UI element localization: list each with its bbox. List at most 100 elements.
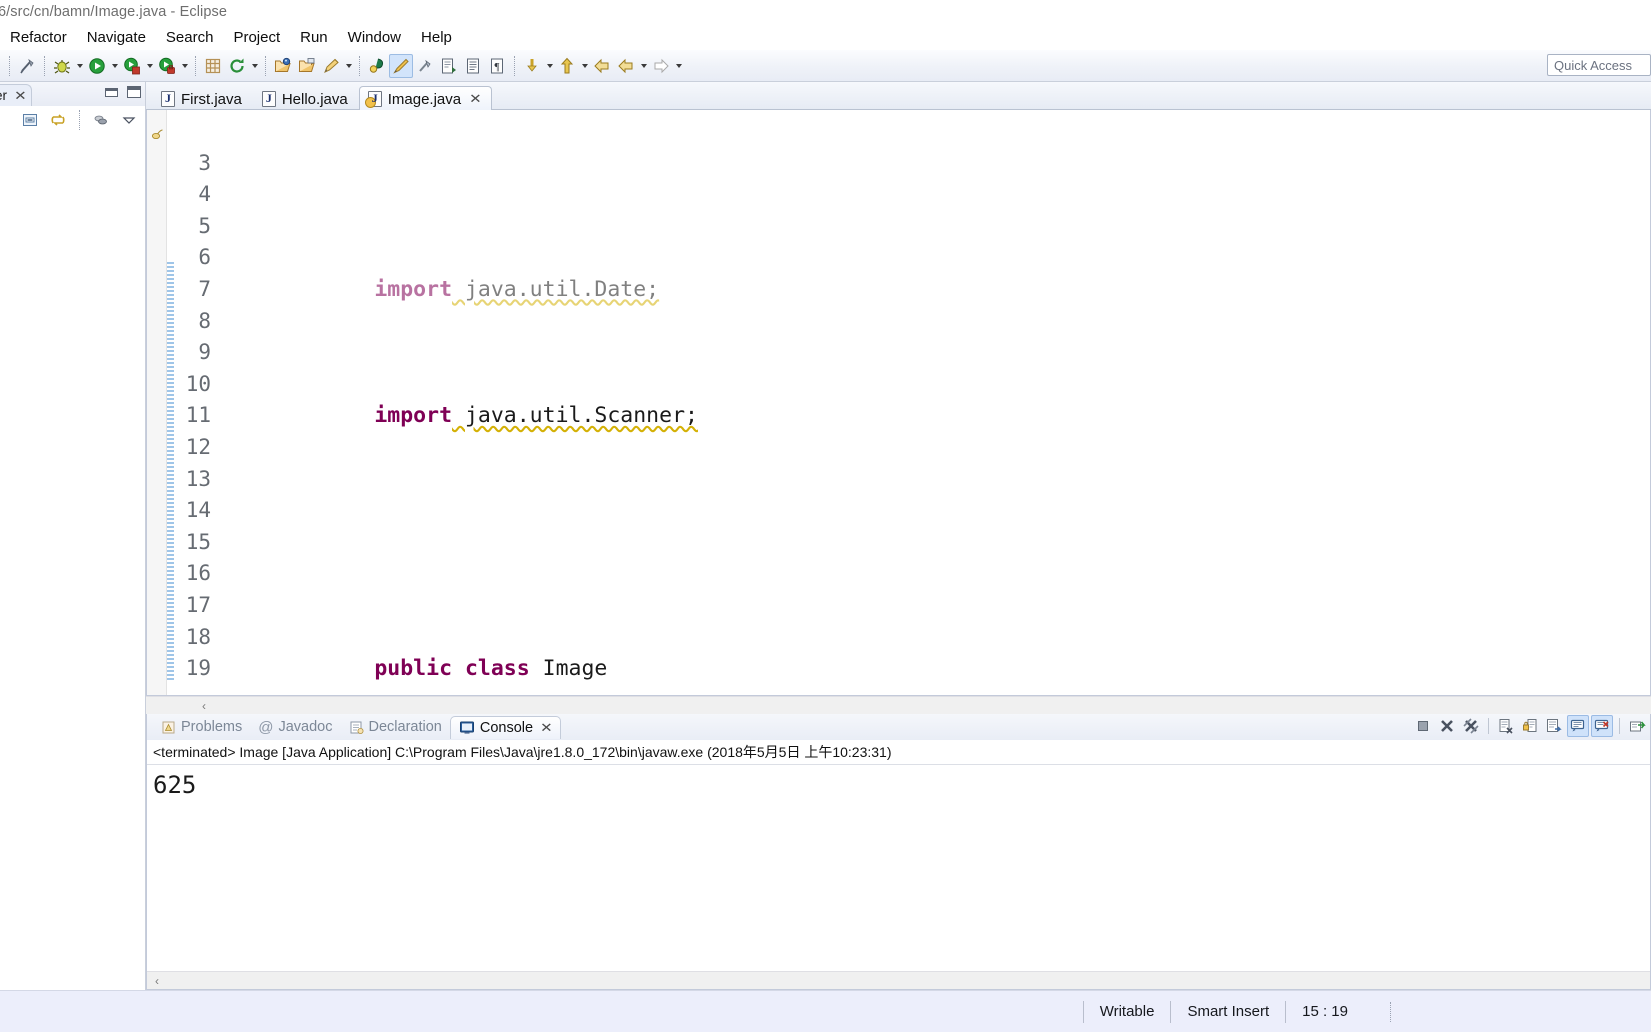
marker-ruler[interactable] [147,110,167,695]
menu-item-navigate[interactable]: Navigate [77,27,156,48]
status-writable: Writable [1082,1000,1171,1023]
run-dropdown-arrow-icon[interactable] [109,54,120,78]
window-titlebar: 6/src/cn/bamn/Image.java - Eclipse [0,0,1651,24]
toolbar-separator [9,55,10,76]
menu-item-refactor[interactable]: Refactor [0,27,77,48]
console-horizontal-scrollbar[interactable]: ‹ [147,971,1650,989]
line-number: 4 [198,182,211,207]
filter-icon[interactable] [89,108,113,132]
collapse-all-icon[interactable] [18,108,42,132]
tab-javadoc[interactable]: @ Javadoc [250,716,340,739]
run-external-tools-icon[interactable] [155,54,179,78]
source-code-text[interactable]: import java.util.Date; import java.util.… [215,110,1650,695]
up-dropdown-arrow-icon[interactable] [579,54,590,78]
edit-pencil-icon[interactable] [319,54,343,78]
line-number: 10 [185,371,211,396]
keyword-import: import [374,403,453,429]
declaration-icon [350,721,363,734]
edit-dropdown-arrow-icon[interactable] [343,54,354,78]
menu-item-project[interactable]: Project [223,27,290,48]
console-tab-close-icon[interactable]: ✕ [540,720,553,736]
console-toolbar-separator [1619,718,1620,734]
editor-tab-image-java[interactable]: Image.java ✕ [358,86,492,111]
quick-access-input[interactable]: Quick Access [1547,54,1651,76]
debug-dropdown-arrow-icon[interactable] [74,54,85,78]
editor-horizontal-scrollbar[interactable]: ‹ [146,696,1651,714]
coverage-dropdown-arrow-icon[interactable] [144,54,155,78]
console-toolbar-separator [1488,718,1489,734]
editor-scroll-left-icon[interactable]: ‹ [202,699,206,713]
editor-tab-hello-java[interactable]: Hello.java [253,86,359,111]
next-annotation-icon[interactable] [437,54,461,78]
import-path: java.util.Scanner; [452,403,698,429]
toolbar-separator [195,55,196,76]
remove-all-terminated-icon[interactable] [1460,715,1482,737]
editor-tab-first-java[interactable]: First.java [152,86,253,111]
refresh-dropdown-arrow-icon[interactable] [249,54,260,78]
line-number: 17 [185,592,211,617]
console-scroll-left-icon[interactable]: ‹ [155,974,159,988]
download-arrow-icon[interactable] [520,54,544,78]
debug-bug-icon[interactable] [50,54,74,78]
console-toolbar [1412,715,1648,737]
link-editor-icon[interactable] [413,54,437,78]
tab-declaration[interactable]: Declaration [341,716,450,739]
line-number: 8 [198,308,211,333]
editor-tab-label: Image.java [387,90,462,108]
pilcrow-icon[interactable]: ¶ [485,54,509,78]
scroll-lock-icon[interactable] [1519,715,1541,737]
line-number: 12 [185,434,211,459]
line-number: 18 [185,624,211,649]
open-console-icon[interactable] [1626,715,1648,737]
line-number: 13 [185,466,211,491]
show-whitespace-icon[interactable] [461,54,485,78]
clear-console-icon[interactable] [1495,715,1517,737]
minimize-view-icon[interactable] [105,87,118,97]
toggle-mark-occurrences-icon[interactable] [389,53,413,78]
package-explorer-close-icon[interactable]: ✕ [14,88,27,104]
external-tools-dropdown-arrow-icon[interactable] [179,54,190,78]
up-arrow-icon[interactable] [555,54,579,78]
cancel-link-icon[interactable] [15,54,39,78]
link-with-editor-icon[interactable] [46,108,70,132]
editor-tab-close-icon[interactable]: ✕ [469,91,482,107]
menu-item-window[interactable]: Window [338,27,411,48]
forward-dropdown-arrow-icon[interactable] [673,54,684,78]
menu-item-help[interactable]: Help [411,27,462,48]
javadoc-at-icon: @ [258,718,274,736]
status-bar-resize-handle[interactable] [1390,1001,1391,1022]
tab-label: Javadoc [278,719,333,735]
menu-item-search[interactable]: Search [156,27,224,48]
maximize-view-icon[interactable] [127,86,141,98]
back-yellow-arrow-icon[interactable] [614,54,638,78]
terminate-square-icon[interactable] [1412,715,1434,737]
menu-item-run[interactable]: Run [290,27,338,48]
java-file-warning-icon [364,91,382,108]
display-selected-console-icon[interactable] [1591,715,1613,737]
search-field-icon[interactable] [365,54,389,78]
view-menu-icon[interactable] [117,108,141,132]
console-output[interactable]: 625 [147,765,1650,971]
refresh-icon[interactable] [225,54,249,78]
back-left-arrow-icon[interactable] [590,54,614,78]
editor-area: First.java Hello.java Image.java ✕ [146,82,1651,990]
tab-problems[interactable]: Problems [153,716,250,739]
back-dropdown-arrow-icon[interactable] [638,54,649,78]
package-explorer-tree[interactable] [0,134,145,990]
run-green-play-icon[interactable] [85,54,109,78]
tab-console[interactable]: Console ✕ [449,715,561,739]
forward-arrow-icon[interactable] [649,54,673,78]
status-cursor-position: 15 : 19 [1285,1000,1364,1023]
package-explorer-tab[interactable]: er ✕ [0,84,32,106]
run-coverage-icon[interactable] [120,54,144,78]
code-editor[interactable]: 2 3 4 5 6 7 8 9 10 11 12 13 14 15 16 17 [146,110,1651,696]
open-task-icon[interactable] [295,54,319,78]
open-type-icon[interactable] [271,54,295,78]
new-java-package-icon[interactable] [201,54,225,78]
console-process-header: <terminated> Image [Java Application] C:… [147,740,1650,765]
download-dropdown-arrow-icon[interactable] [544,54,555,78]
line-number: 15 [185,529,211,554]
pin-console-icon[interactable] [1567,715,1589,737]
remove-launch-icon[interactable] [1436,715,1458,737]
word-wrap-icon[interactable] [1543,715,1565,737]
